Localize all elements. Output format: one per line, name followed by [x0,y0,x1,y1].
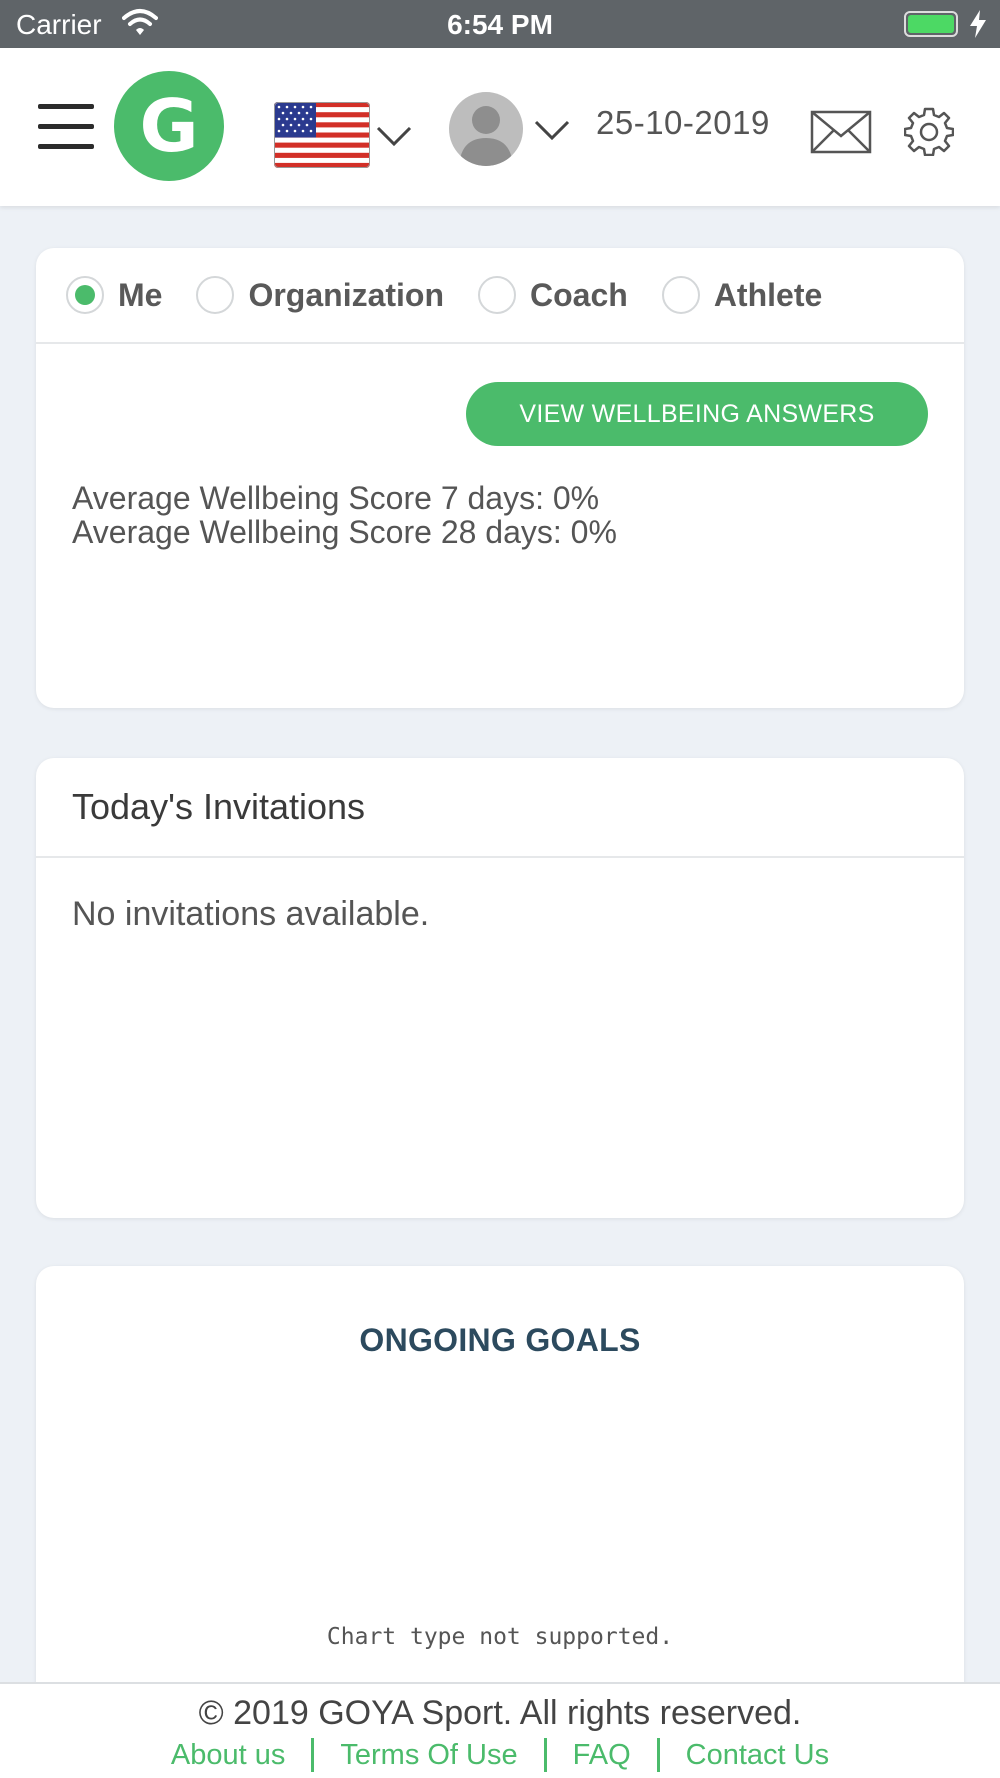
wellbeing-score-7-days: Average Wellbeing Score 7 days: 0% [72,480,600,516]
gear-icon[interactable] [904,106,954,156]
chevron-down-icon[interactable] [534,119,570,141]
radio-label-organization: Organization [248,276,445,313]
status-bar: Carrier 6:54 PM [0,0,1000,48]
mail-icon[interactable] [810,110,872,154]
avatar[interactable] [449,92,523,166]
radio-unselected-icon[interactable] [196,276,235,314]
footer-link-faq[interactable]: FAQ [547,1739,657,1772]
radio-selected-icon[interactable] [66,276,104,314]
footer-links: About us Terms Of Use FAQ Contact Us [0,1738,1000,1772]
chart-unsupported-message: Chart type not supported. [326,1624,674,1650]
ongoing-goals-title: ONGOING GOALS [359,1322,641,1358]
radio-unselected-icon[interactable] [661,276,700,314]
status-time: 6:54 PM [447,9,553,40]
view-wellbeing-answers-button[interactable]: VIEW WELLBEING ANSWERS [466,382,928,446]
radio-label-me: Me [118,276,163,313]
radio-label-athlete: Athlete [713,276,823,313]
battery-icon [904,11,958,37]
radio-label-coach: Coach [530,276,628,313]
footer: © 2019 GOYA Sport. All rights reserved. … [0,1682,1000,1778]
user-silhouette-icon [459,106,513,166]
menu-icon[interactable] [38,104,94,150]
header-date: 25-10-2019 [596,104,770,141]
us-flag-icon[interactable] [274,102,370,168]
wellbeing-score-28-days: Average Wellbeing Score 28 days: 0% [72,514,617,550]
radio-organization[interactable]: Organization [196,276,444,314]
invitations-card: Today's Invitations No invitations avail… [36,758,964,1218]
radio-me[interactable]: Me [66,276,162,314]
chevron-down-icon[interactable] [376,125,412,147]
footer-link-contact[interactable]: Contact Us [660,1739,855,1772]
app-logo[interactable]: G [114,71,224,181]
footer-link-about[interactable]: About us [145,1739,311,1772]
copyright-text: © 2019 GOYA Sport. All rights reserved. [198,1694,802,1732]
radio-coach[interactable]: Coach [478,276,628,314]
radio-athlete[interactable]: Athlete [661,276,823,314]
app-header: G 25-10-2019 [0,48,1000,206]
invitations-title: Today's Invitations [36,758,964,858]
charging-icon [970,10,986,38]
radio-unselected-icon[interactable] [478,276,517,314]
wellbeing-card: Me Organization Coach Athlete VIEW WELLB… [36,248,964,708]
invitations-empty-message: No invitations available. [72,895,430,933]
footer-link-terms[interactable]: Terms Of Use [314,1739,543,1772]
scope-filter: Me Organization Coach Athlete [36,248,964,344]
